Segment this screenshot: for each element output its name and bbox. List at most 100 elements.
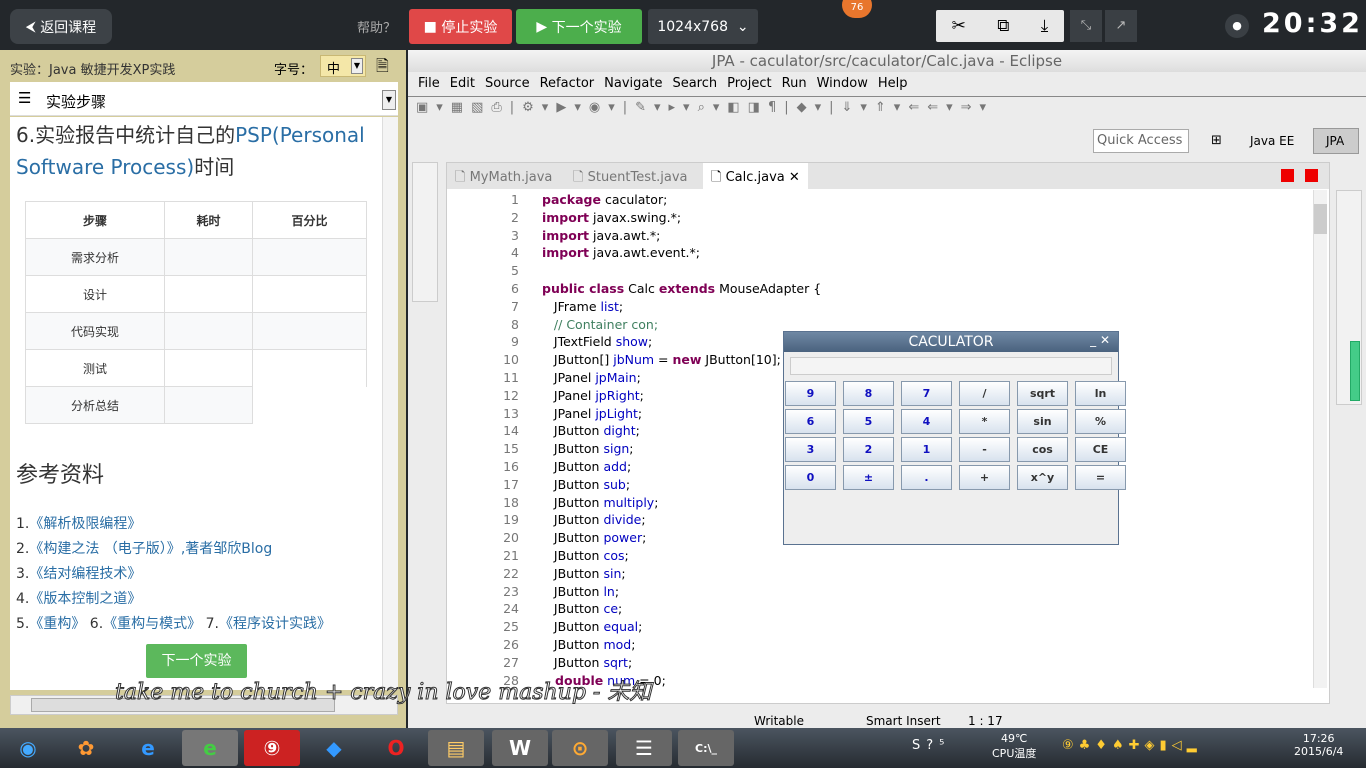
reference-link[interactable]: 《重构》 xyxy=(29,616,85,632)
terminal-icon[interactable]: C:\_ xyxy=(678,730,734,766)
steps-select[interactable]: ☰ 实验步骤 ▼ xyxy=(10,82,398,116)
menu-file[interactable]: File xyxy=(418,76,440,91)
calc-button[interactable]: 8 xyxy=(843,381,894,406)
app-icon[interactable]: ✿ xyxy=(58,730,114,766)
calc-button[interactable]: % xyxy=(1075,409,1126,434)
tray-icons[interactable]: ⑨♣♦♠✚◈▮◁▂ xyxy=(1062,738,1202,753)
maximize-icon[interactable] xyxy=(1305,169,1318,182)
calc-button[interactable]: 5 xyxy=(843,409,894,434)
eye-icon[interactable]: ● xyxy=(1225,14,1249,38)
next-lab-bottom-button[interactable]: 下一个实验 xyxy=(146,644,247,678)
minimize-icon[interactable] xyxy=(1281,169,1294,182)
tray-icons-left[interactable]: S?⁵ xyxy=(912,738,950,753)
reference-item: 5.《重构》 6.《重构与模式》 7.《程序设计实践》 xyxy=(16,616,331,632)
calc-button[interactable]: cos xyxy=(1017,437,1068,462)
tab-calc[interactable]: 🗋 Calc.java ✕ xyxy=(703,163,808,189)
calculator-display[interactable] xyxy=(790,357,1112,375)
references-title: 参考资料 xyxy=(16,463,105,488)
open-perspective-icon[interactable]: ⊞ xyxy=(1211,133,1222,148)
next-lab-button[interactable]: ▶ 下一个实验 xyxy=(516,9,642,44)
editor-scrollbar[interactable] xyxy=(1313,190,1327,688)
app-icon[interactable]: ⊙ xyxy=(552,730,608,766)
system-clock[interactable]: 17:26 2015/6/4 xyxy=(1294,732,1343,758)
calc-button[interactable]: CE xyxy=(1075,437,1126,462)
perspective-jpa[interactable]: JPA xyxy=(1313,128,1359,154)
perspective-javaee[interactable]: Java EE xyxy=(1250,134,1294,148)
calc-button[interactable]: 3 xyxy=(785,437,836,462)
menu-help[interactable]: Help xyxy=(878,76,908,91)
menu-edit[interactable]: Edit xyxy=(450,76,475,91)
fullscreen-exit-icon[interactable]: ⤡ xyxy=(1070,10,1102,42)
blog-link[interactable]: ,著者邹欣Blog xyxy=(181,541,272,557)
calc-button[interactable]: = xyxy=(1075,465,1126,490)
screen-share-icon[interactable]: ⧉ xyxy=(997,16,1009,36)
calc-button[interactable]: 9 xyxy=(785,381,836,406)
menu-navigate[interactable]: Navigate xyxy=(604,76,662,91)
opera-icon[interactable]: O xyxy=(368,730,424,766)
calc-button[interactable]: / xyxy=(959,381,1010,406)
code-text: JTextField show; xyxy=(542,334,653,350)
document-icon[interactable]: 🗎 xyxy=(376,55,389,82)
calc-button[interactable]: 4 xyxy=(901,409,952,434)
menu-search[interactable]: Search xyxy=(672,76,717,91)
external-link-icon[interactable]: ↗ xyxy=(1105,10,1137,42)
help-link[interactable]: 帮助？ xyxy=(357,17,396,36)
calc-button[interactable]: . xyxy=(901,465,952,490)
menu-run[interactable]: Run xyxy=(782,76,807,91)
close-icon[interactable]: _ ✕ xyxy=(1090,333,1110,347)
word-icon[interactable]: W xyxy=(492,730,548,766)
scissors-icon[interactable]: ✂ xyxy=(952,16,966,36)
menu-source[interactable]: Source xyxy=(485,76,530,91)
calc-button[interactable]: + xyxy=(959,465,1010,490)
resolution-select[interactable]: 1024x768 ⌄ xyxy=(648,9,758,44)
table-header: 耗时 xyxy=(164,201,253,239)
chevron-down-icon[interactable]: ▼ xyxy=(382,90,396,110)
reference-link[interactable]: 《程序设计实践》 xyxy=(219,616,331,632)
calc-button[interactable]: ln xyxy=(1075,381,1126,406)
next-label: 下一个实验 xyxy=(551,19,622,36)
calc-button[interactable]: - xyxy=(959,437,1010,462)
line-number: 21 xyxy=(503,548,519,563)
font-size-select[interactable]: 中 ▼ xyxy=(320,55,366,77)
status-writable: Writable xyxy=(754,714,804,728)
line-number: 26 xyxy=(503,637,519,652)
back-to-course-button[interactable]: ⮜ 返回课程 xyxy=(10,9,112,44)
menu-refactor[interactable]: Refactor xyxy=(540,76,595,91)
calc-button[interactable]: 7 xyxy=(901,381,952,406)
code-text: JButton mod; xyxy=(542,637,636,652)
reference-link[interactable]: 《解析极限编程》 xyxy=(29,516,141,532)
calc-button[interactable]: * xyxy=(959,409,1010,434)
toolbar[interactable]: ▣▾▦▧⎙|⚙▾▶▾◉▾|✎▾▸▾⌕▾◧◨¶|◆▾|⇓▾⇑▾⇐⇐▾⇒▾ xyxy=(416,100,1176,122)
reference-link[interactable]: 《结对编程技术》 xyxy=(29,566,141,582)
calc-button[interactable]: 1 xyxy=(901,437,952,462)
reference-link[interactable]: 《版本控制之道》 xyxy=(29,591,141,607)
ie-icon[interactable]: e xyxy=(120,730,176,766)
stop-lab-button[interactable]: ■ 停止实验 xyxy=(409,9,512,44)
eclipse-icon[interactable]: ☰ xyxy=(616,730,672,766)
reference-link[interactable]: 《重构与模式》 xyxy=(103,616,201,632)
menu-window[interactable]: Window xyxy=(817,76,868,91)
calc-button[interactable]: 0 xyxy=(785,465,836,490)
feather-icon[interactable]: ◆ xyxy=(306,730,362,766)
code-text: JButton sqrt; xyxy=(542,654,633,670)
tab-mymath[interactable]: 🗋 MyMath.java xyxy=(455,168,552,190)
close-icon[interactable]: ✕ xyxy=(789,170,800,185)
explorer-icon[interactable]: ▤ xyxy=(428,730,484,766)
calc-button[interactable]: 6 xyxy=(785,409,836,434)
browser-icon[interactable]: e xyxy=(182,730,238,766)
calc-button[interactable]: ± xyxy=(843,465,894,490)
start-button[interactable]: ◉ xyxy=(0,730,56,766)
reference-link[interactable]: 《构建之法 （电子版）》 xyxy=(29,541,180,557)
download-icon[interactable]: ⤓ xyxy=(1041,16,1049,36)
quick-access-input[interactable]: Quick Access xyxy=(1093,129,1189,153)
calc-button[interactable]: sqrt xyxy=(1017,381,1068,406)
cpu-temp: 49℃ CPU温度 xyxy=(992,732,1037,760)
menu-project[interactable]: Project xyxy=(727,76,771,91)
code-text: JPanel jpMain; xyxy=(542,370,641,385)
calc-button[interactable]: x^y xyxy=(1017,465,1068,490)
tab-stuenttest[interactable]: 🗋 StuentTest.java xyxy=(573,168,688,190)
calc-button[interactable]: 2 xyxy=(843,437,894,462)
calc-button[interactable]: sin xyxy=(1017,409,1068,434)
netease-music-icon[interactable]: ⑨ xyxy=(244,730,300,766)
vertical-scrollbar[interactable] xyxy=(382,117,398,690)
